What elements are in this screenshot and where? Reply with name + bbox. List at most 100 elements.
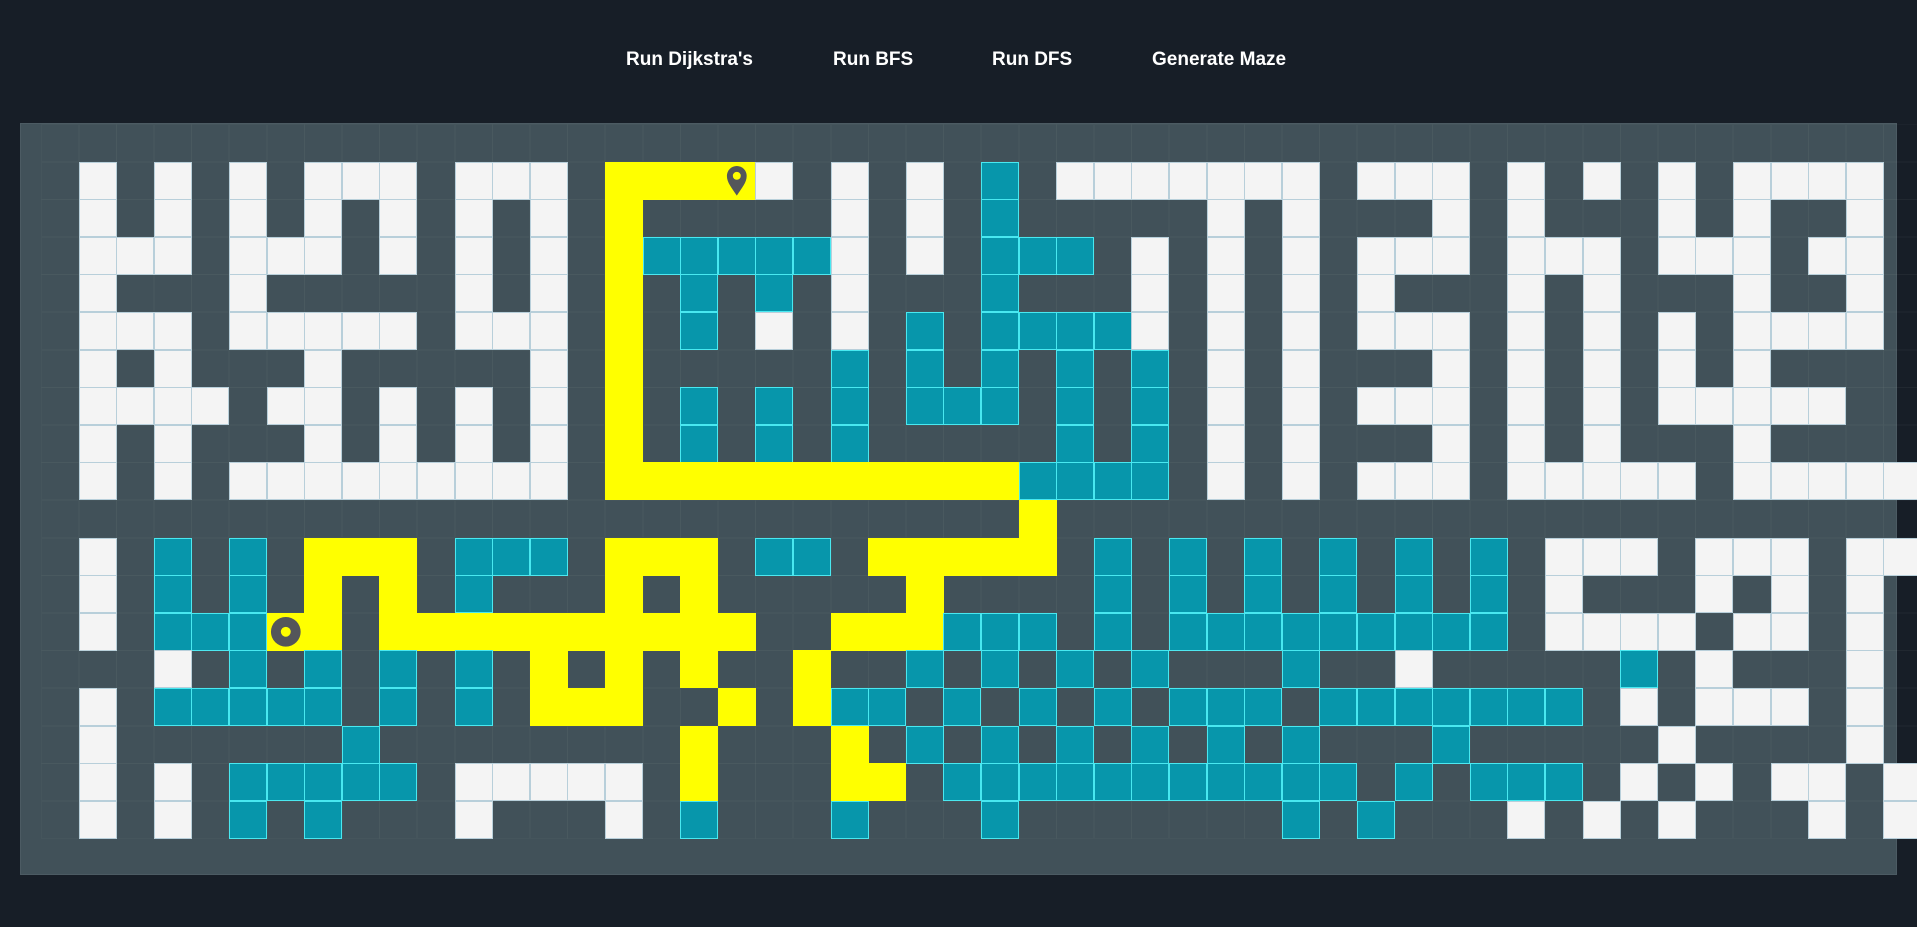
grid-cell[interactable] [981, 124, 1019, 162]
grid-cell-visited[interactable] [981, 800, 1020, 839]
grid-cell[interactable] [1019, 350, 1057, 388]
grid-cell[interactable] [793, 387, 831, 425]
grid-cell[interactable] [1883, 274, 1917, 312]
grid-cell[interactable] [680, 199, 718, 237]
grid-cell[interactable] [530, 124, 568, 162]
grid-cell-wall[interactable] [1131, 161, 1170, 200]
grid-cell[interactable] [755, 575, 793, 613]
grid-cell[interactable] [1094, 237, 1132, 275]
grid-cell-wall[interactable] [153, 349, 192, 388]
grid-cell[interactable] [1620, 425, 1658, 463]
grid-cell[interactable] [1695, 274, 1733, 312]
grid-cell-visited[interactable] [755, 537, 794, 576]
grid-cell[interactable] [605, 124, 643, 162]
grid-cell-wall[interactable] [1281, 199, 1320, 238]
grid-cell-wall[interactable] [1206, 161, 1245, 200]
grid-cell[interactable] [267, 199, 305, 237]
grid-cell[interactable] [567, 726, 605, 764]
grid-cell[interactable] [605, 500, 643, 538]
grid-cell-wall[interactable] [1582, 612, 1621, 651]
grid-cell-visited[interactable] [755, 387, 794, 426]
grid-cell[interactable] [1357, 763, 1395, 801]
grid-cell-visited[interactable] [793, 236, 832, 275]
grid-cell[interactable] [191, 763, 229, 801]
grid-cell[interactable] [191, 274, 229, 312]
grid-cell-wall[interactable] [1695, 650, 1734, 689]
grid-cell[interactable] [116, 763, 154, 801]
grid-cell[interactable] [718, 425, 756, 463]
grid-cell[interactable] [1545, 425, 1583, 463]
grid-cell[interactable] [492, 575, 530, 613]
grid-cell-visited[interactable] [1018, 236, 1057, 275]
grid-cell[interactable] [868, 274, 906, 312]
grid-cell-wall[interactable] [1582, 537, 1621, 576]
grid-cell-visited[interactable] [1169, 688, 1208, 727]
grid-cell-visited[interactable] [943, 688, 982, 727]
grid-cell[interactable] [831, 538, 869, 576]
grid-cell[interactable] [643, 575, 681, 613]
grid-cell-wall[interactable] [1432, 387, 1471, 426]
grid-cell[interactable] [1207, 500, 1245, 538]
grid-cell[interactable] [1883, 162, 1917, 200]
grid-cell[interactable] [1019, 801, 1057, 839]
grid-cell[interactable] [492, 124, 530, 162]
grid-cell[interactable] [1733, 650, 1771, 688]
grid-cell[interactable] [567, 462, 605, 500]
grid-cell-path[interactable] [680, 575, 719, 614]
grid-cell[interactable] [1658, 274, 1696, 312]
grid-cell-wall[interactable] [1131, 274, 1170, 313]
grid-cell[interactable] [1620, 801, 1658, 839]
grid-cell[interactable] [1019, 726, 1057, 764]
grid-cell[interactable] [906, 500, 944, 538]
grid-cell-visited[interactable] [830, 424, 869, 463]
grid-cell[interactable] [116, 350, 154, 388]
grid-cell-wall[interactable] [1808, 800, 1847, 839]
grid-cell-visited[interactable] [981, 650, 1020, 689]
grid-cell-wall[interactable] [492, 462, 531, 501]
grid-cell[interactable] [191, 425, 229, 463]
grid-cell-wall[interactable] [229, 236, 268, 275]
grid-cell-path[interactable] [304, 575, 343, 614]
grid-cell-visited[interactable] [642, 236, 681, 275]
grid-cell-visited[interactable] [454, 537, 493, 576]
grid-cell[interactable] [718, 726, 756, 764]
grid-cell[interactable] [1395, 726, 1433, 764]
grid-cell[interactable] [718, 350, 756, 388]
grid-cell[interactable] [1846, 500, 1884, 538]
grid-cell[interactable] [492, 650, 530, 688]
grid-cell[interactable] [1695, 425, 1733, 463]
grid-cell-wall[interactable] [1131, 312, 1170, 351]
grid-cell[interactable] [342, 237, 380, 275]
grid-cell[interactable] [267, 425, 305, 463]
grid-cell-wall[interactable] [1733, 424, 1772, 463]
grid-cell[interactable] [41, 575, 79, 613]
grid-cell-visited[interactable] [755, 274, 794, 313]
grid-cell-path[interactable] [605, 236, 644, 275]
grid-cell[interactable] [1695, 350, 1733, 388]
grid-cell[interactable] [1883, 425, 1917, 463]
grid-cell[interactable] [1695, 162, 1733, 200]
grid-cell-visited[interactable] [981, 763, 1020, 802]
grid-cell[interactable] [1094, 726, 1132, 764]
grid-cell-visited[interactable] [905, 725, 944, 764]
grid-cell-wall[interactable] [1657, 312, 1696, 351]
grid-cell[interactable] [1545, 274, 1583, 312]
grid-cell-wall[interactable] [1281, 387, 1320, 426]
grid-cell[interactable] [1131, 688, 1169, 726]
grid-cell[interactable] [1507, 538, 1545, 576]
grid-cell-visited[interactable] [1206, 763, 1245, 802]
grid-cell-path[interactable] [680, 462, 719, 501]
grid-cell-path[interactable] [830, 462, 869, 501]
grid-cell-wall[interactable] [1582, 462, 1621, 501]
grid-cell[interactable] [943, 199, 981, 237]
grid-cell-wall[interactable] [1432, 199, 1471, 238]
grid-cell-visited[interactable] [1469, 688, 1508, 727]
grid-cell-wall[interactable] [1845, 274, 1884, 313]
grid-cell[interactable] [116, 500, 154, 538]
grid-cell[interactable] [116, 726, 154, 764]
grid-cell[interactable] [1695, 726, 1733, 764]
maze-board[interactable] [20, 123, 1917, 875]
grid-cell[interactable] [41, 650, 79, 688]
grid-cell[interactable] [643, 199, 681, 237]
grid-cell[interactable] [680, 350, 718, 388]
